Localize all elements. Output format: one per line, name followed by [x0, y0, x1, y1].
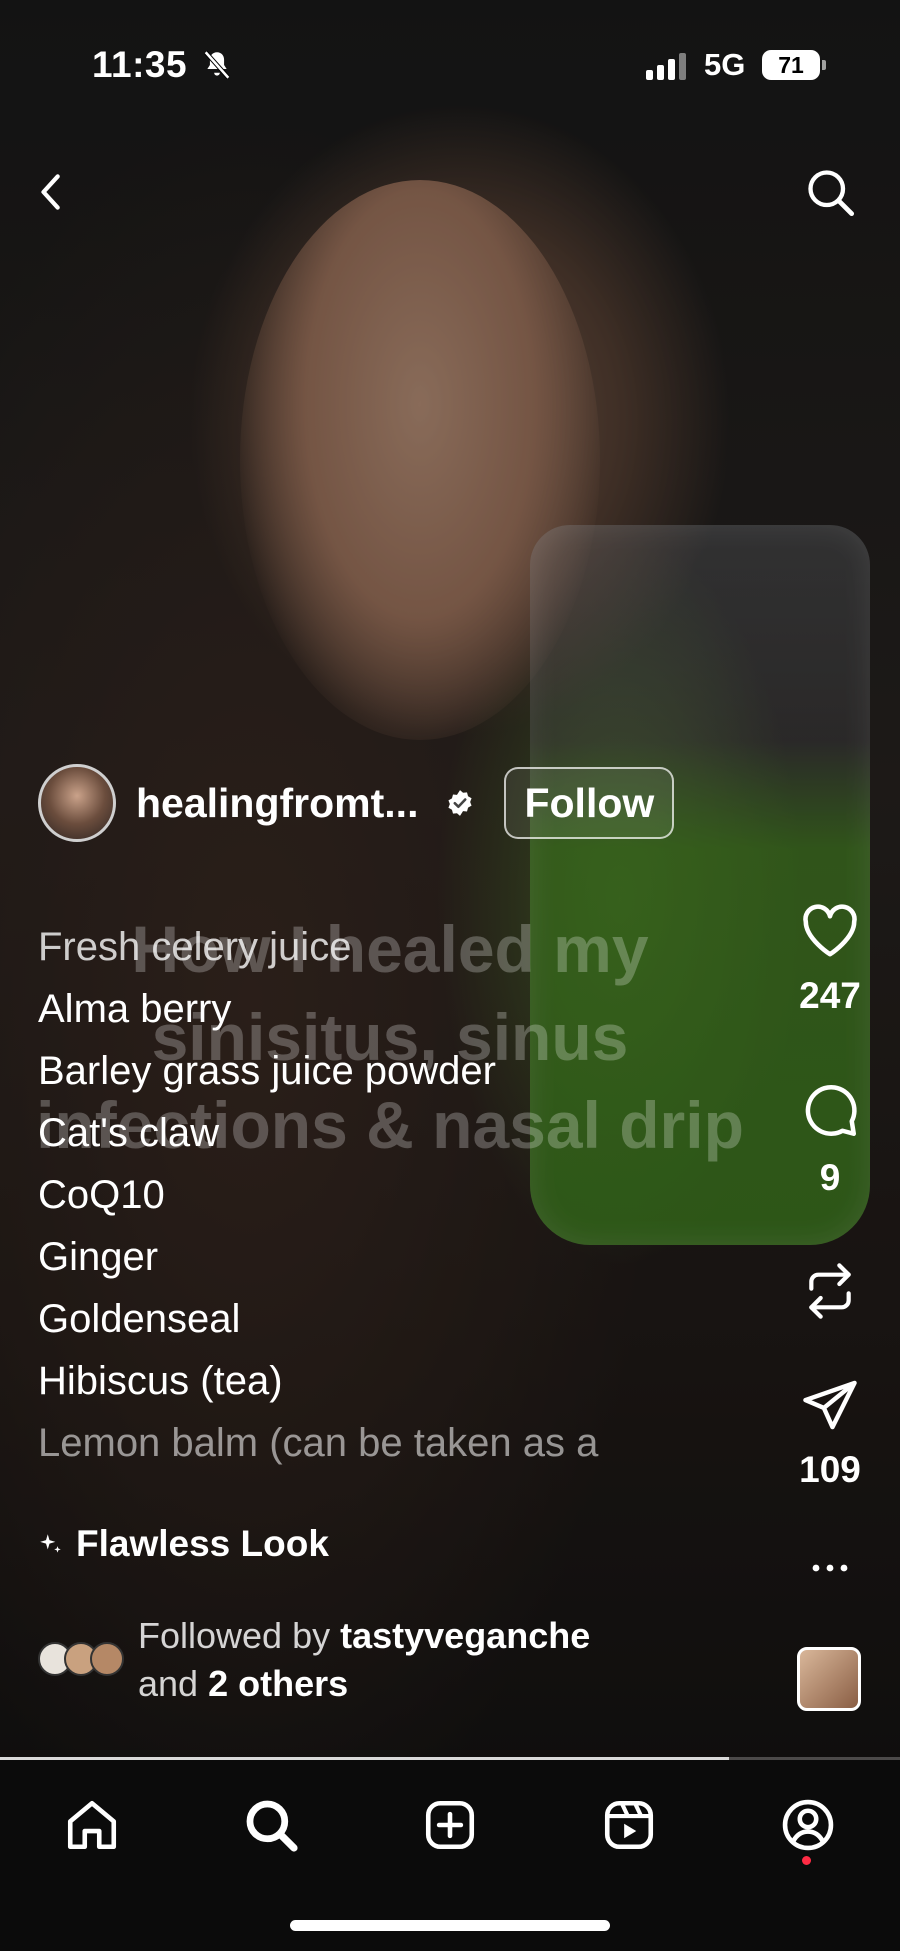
like-count: 247 — [799, 975, 861, 1016]
comment-icon — [805, 1084, 857, 1136]
tab-profile[interactable] — [773, 1790, 843, 1860]
author-username[interactable]: healingfromt... — [136, 780, 418, 827]
silent-bell-icon — [203, 50, 231, 80]
caption-line: Ginger — [38, 1235, 159, 1279]
create-icon — [425, 1800, 475, 1850]
follow-button[interactable]: Follow — [504, 767, 675, 839]
share-count: 109 — [799, 1449, 861, 1490]
repost-action[interactable] — [780, 1260, 880, 1327]
comment-action[interactable]: 9 — [780, 1080, 880, 1199]
cellular-signal-icon — [646, 50, 686, 80]
author-row: healingfromt... Follow — [38, 764, 675, 842]
repost-icon — [809, 1263, 851, 1319]
followed-prefix: Followed by — [138, 1615, 341, 1656]
tab-reels[interactable] — [594, 1790, 664, 1860]
home-indicator — [290, 1920, 610, 1931]
followed-and: and — [138, 1663, 209, 1704]
caption-line: Alma berry — [38, 987, 232, 1031]
status-bar: 11:35 5G 71 — [0, 0, 900, 130]
like-action[interactable]: 247 — [780, 902, 880, 1017]
back-button[interactable] — [22, 162, 82, 222]
followed-by-row[interactable]: Followed by tastyveganche and 2 others — [38, 1612, 590, 1708]
followed-by-text: Followed by tastyveganche and 2 others — [138, 1612, 590, 1708]
tab-home[interactable] — [57, 1790, 127, 1860]
caption-line: Barley grass juice powder — [38, 1049, 496, 1093]
home-icon — [67, 1800, 117, 1850]
followed-others: 2 others — [208, 1663, 349, 1704]
sparkle-icon — [40, 1534, 61, 1553]
network-type: 5G — [704, 47, 746, 82]
send-icon — [803, 1380, 857, 1430]
caption-line: Hibiscus (tea) — [38, 1359, 283, 1403]
tab-search[interactable] — [236, 1790, 306, 1860]
caption-line: CoQ10 — [38, 1173, 165, 1217]
caption-line: Fresh celery juice — [38, 925, 352, 969]
tab-create[interactable] — [415, 1790, 485, 1860]
follower-avatar — [90, 1642, 124, 1676]
back-chevron-icon — [41, 174, 60, 210]
effect-label: Flawless Look — [76, 1523, 329, 1564]
caption-line: Goldenseal — [38, 1297, 241, 1341]
caption-line: Lemon balm (can be taken as a — [38, 1421, 599, 1465]
comment-count: 9 — [819, 1157, 841, 1198]
more-dots-icon — [812, 1564, 848, 1572]
reels-icon — [604, 1800, 654, 1850]
post-caption[interactable]: Fresh celery juice Alma berry Barley gra… — [38, 916, 598, 1474]
author-avatar[interactable] — [38, 764, 116, 842]
search-button[interactable] — [800, 162, 860, 222]
verified-badge-icon — [448, 790, 473, 816]
battery-indicator: 71 — [762, 50, 826, 80]
effect-link[interactable]: Flawless Look — [38, 1523, 329, 1565]
audio-thumbnail[interactable] — [797, 1647, 861, 1711]
follower-avatars — [38, 1642, 128, 1682]
search-icon — [808, 170, 855, 217]
search-icon — [246, 1800, 298, 1852]
heart-icon — [803, 904, 857, 957]
profile-icon — [782, 1799, 834, 1851]
share-action[interactable]: 109 — [780, 1378, 880, 1491]
followed-user: tastyveganche — [340, 1615, 591, 1656]
more-options-button[interactable] — [780, 1560, 880, 1581]
caption-line: Cat's claw — [38, 1111, 220, 1155]
status-time: 11:35 — [92, 44, 188, 85]
notification-dot — [802, 1856, 811, 1865]
